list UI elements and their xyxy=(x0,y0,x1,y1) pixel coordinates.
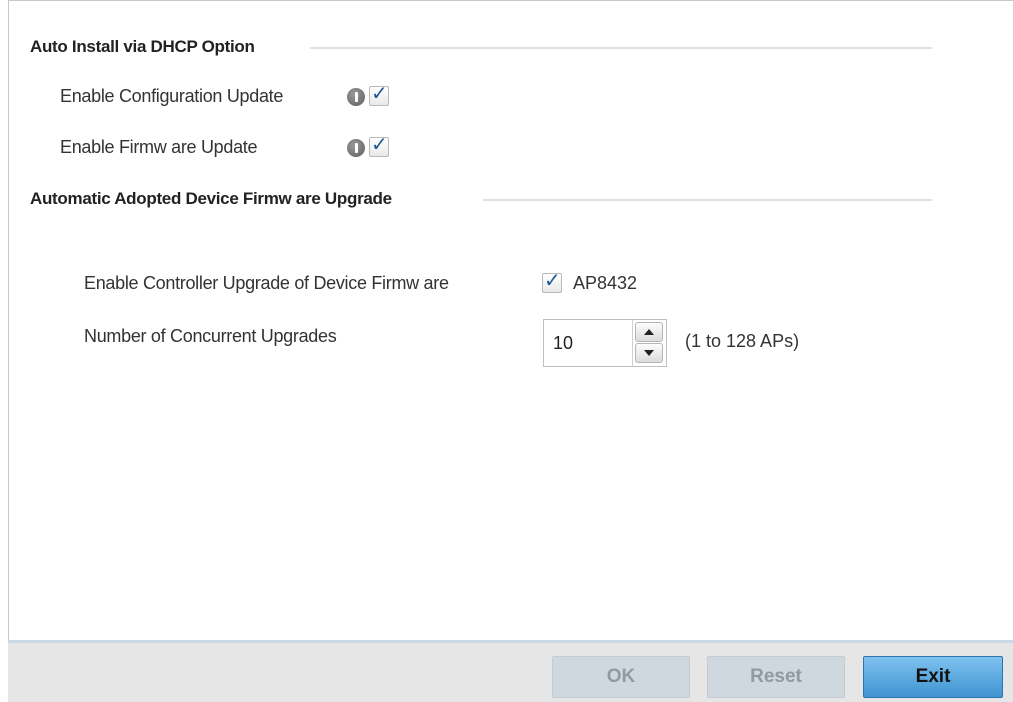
enable-config-update-label: Enable Configuration Update xyxy=(60,86,284,106)
footer-bar: OK Reset Exit xyxy=(8,640,1013,702)
decrement-button[interactable] xyxy=(635,343,663,363)
concurrent-upgrades-label: Number of Concurrent Upgrades xyxy=(84,326,337,346)
controller-upgrade-checkbox[interactable]: ✓ xyxy=(542,268,562,293)
enable-firmware-update-label: Enable Firmw are Update xyxy=(60,137,258,157)
concurrent-upgrades-value[interactable]: 10 xyxy=(553,333,573,354)
checkmark-icon: ✓ xyxy=(371,132,388,156)
section-title-auto-install: Auto Install via DHCP Option xyxy=(30,37,255,56)
arrow-up-icon xyxy=(644,329,654,335)
concurrent-range-hint: (1 to 128 APs) xyxy=(685,331,800,351)
concurrent-upgrades-stepper[interactable]: 10 xyxy=(543,319,667,367)
reset-button[interactable]: Reset xyxy=(707,656,845,698)
stepper-buttons xyxy=(632,320,666,366)
section-divider xyxy=(310,47,932,49)
info-icon[interactable] xyxy=(347,88,365,106)
enable-config-update-checkbox[interactable]: ✓ xyxy=(369,81,389,106)
ok-button[interactable]: OK xyxy=(552,656,690,698)
increment-button[interactable] xyxy=(635,322,663,342)
exit-button[interactable]: Exit xyxy=(863,656,1003,698)
info-icon[interactable] xyxy=(347,139,365,157)
arrow-down-icon xyxy=(644,350,654,356)
section-title-firmware-upgrade: Automatic Adopted Device Firmw are Upgra… xyxy=(30,189,392,208)
enable-firmware-update-checkbox[interactable]: ✓ xyxy=(369,132,389,157)
device-model-label: AP8432 xyxy=(573,273,638,293)
section-divider xyxy=(483,199,932,201)
controller-upgrade-label: Enable Controller Upgrade of Device Firm… xyxy=(84,273,449,293)
checkmark-icon: ✓ xyxy=(371,81,388,105)
checkmark-icon: ✓ xyxy=(544,268,561,292)
